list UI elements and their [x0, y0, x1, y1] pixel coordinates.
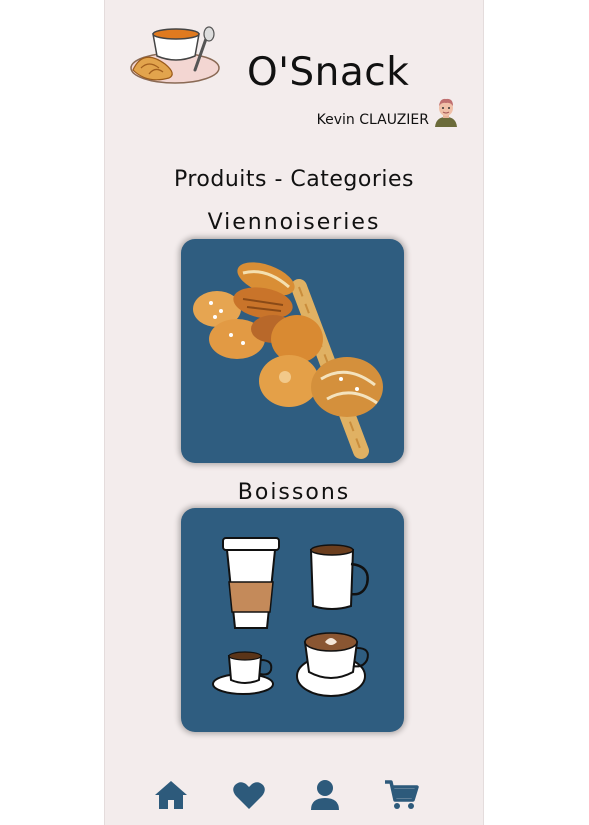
category-card-viennoiseries[interactable]: [181, 239, 404, 463]
cart-icon[interactable]: [383, 778, 419, 812]
heart-icon[interactable]: [231, 778, 267, 812]
category-title-viennoiseries[interactable]: Viennoiseries: [105, 210, 483, 235]
user-avatar-icon[interactable]: [432, 97, 460, 127]
user-icon[interactable]: [307, 778, 343, 812]
bottom-nav: [105, 770, 483, 820]
user-name[interactable]: Kevin CLAUZIER: [317, 112, 429, 128]
home-icon[interactable]: [153, 778, 189, 812]
category-card-boissons[interactable]: [181, 508, 404, 732]
pastries-image: [193, 262, 383, 459]
coffee-cups-image: [212, 537, 369, 697]
category-title-boissons[interactable]: Boissons: [105, 480, 483, 505]
app-title: O'Snack: [247, 50, 410, 95]
page-title: Produits - Categories: [173, 167, 415, 192]
app-screen: O'Snack Kevin CLAUZIER Produits - Catego…: [104, 0, 484, 825]
coffee-croissant-logo: [130, 26, 220, 84]
